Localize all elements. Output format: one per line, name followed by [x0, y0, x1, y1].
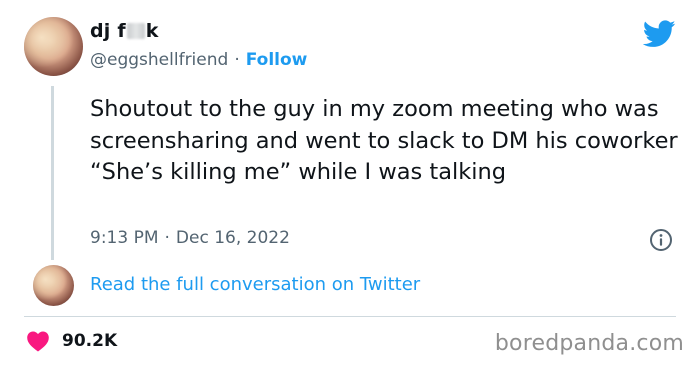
author-name-suffix: k — [145, 20, 159, 42]
twitter-bird-icon[interactable] — [643, 20, 676, 48]
author-name[interactable]: dj f k — [90, 20, 159, 42]
like-button[interactable]: 90.2K — [26, 330, 117, 352]
tweet-date: Dec 16, 2022 — [175, 228, 290, 248]
read-full-conversation-link[interactable]: Read the full conversation on Twitter — [90, 274, 420, 295]
censored-letters — [126, 23, 145, 39]
boredpanda-watermark: boredpanda.com — [494, 331, 684, 356]
avatar-photo — [24, 17, 83, 76]
reply-avatar-photo — [33, 265, 74, 306]
author-avatar[interactable] — [24, 17, 83, 76]
footer-divider — [24, 316, 676, 317]
author-handle[interactable]: @eggshellfriend — [90, 50, 228, 70]
thread-connector-line — [51, 86, 54, 260]
handle-separator: · — [234, 50, 240, 70]
like-count: 90.2K — [62, 331, 118, 351]
reply-avatar[interactable] — [33, 265, 74, 306]
heart-icon — [27, 331, 49, 352]
tweet-text: Shoutout to the guy in my zoom meeting w… — [90, 96, 678, 185]
info-icon[interactable] — [649, 228, 673, 252]
follow-button[interactable]: Follow — [246, 50, 308, 70]
timestamp-separator: · — [164, 228, 170, 248]
author-name-prefix: dj f — [90, 20, 126, 42]
tweet-timestamp[interactable]: 9:13 PM · Dec 16, 2022 — [90, 228, 290, 248]
tweet-time: 9:13 PM — [90, 228, 159, 248]
author-handle-row: @eggshellfriend · Follow — [90, 50, 307, 70]
